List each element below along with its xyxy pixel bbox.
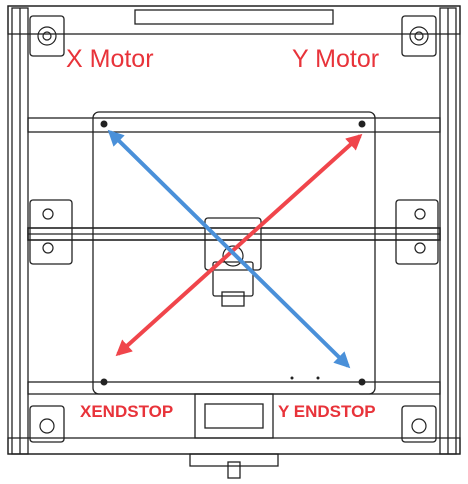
lower-rail xyxy=(27,381,441,395)
outer-frame xyxy=(7,5,461,455)
y-endstop-label: Y ENDSTOP xyxy=(278,402,376,421)
upper-rail xyxy=(27,117,441,133)
y-motor-pulley xyxy=(409,26,429,46)
x-endstop-label: XENDSTOP xyxy=(80,402,174,421)
bottom-extrusion xyxy=(7,437,461,455)
bed-screw xyxy=(100,120,108,128)
x-endstop-block xyxy=(29,405,65,443)
y-endstop-block xyxy=(401,405,437,443)
bottom-bracket xyxy=(194,393,274,439)
bed-screw xyxy=(100,378,108,386)
printer-diagram: X Motor Y Motor XENDSTOP Y ENDSTOP xyxy=(0,0,468,484)
bed-screw xyxy=(358,120,366,128)
y-motor-label: Y Motor xyxy=(292,45,380,73)
y-motor-block xyxy=(401,15,437,57)
x-motor-pulley xyxy=(37,26,57,46)
bed-screw xyxy=(358,378,366,386)
top-bracket xyxy=(134,9,334,25)
x-motor-block xyxy=(29,15,65,57)
x-motor-label: X Motor xyxy=(66,45,154,73)
red-diagonal-arrow xyxy=(115,133,363,357)
